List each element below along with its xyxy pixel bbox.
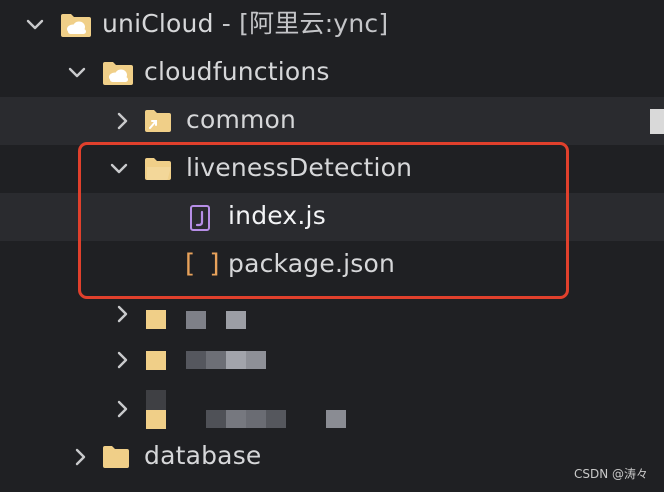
obscured-icon bbox=[146, 390, 166, 410]
chevron-down-icon[interactable] bbox=[25, 15, 45, 35]
tree-label-unicloud: uniCloud - [阿里云:ync] bbox=[102, 9, 388, 39]
tree-label-database: database bbox=[144, 441, 262, 470]
obscured-label bbox=[326, 410, 346, 428]
obscured-label bbox=[186, 311, 206, 329]
folder-icon bbox=[146, 310, 166, 329]
chevron-right-icon[interactable] bbox=[112, 350, 132, 370]
tree-row-obscured-3[interactable] bbox=[0, 385, 664, 433]
folder-icon bbox=[102, 445, 130, 473]
highlight-box bbox=[78, 142, 569, 299]
tree-row-cloudfunctions[interactable]: cloudfunctions bbox=[0, 49, 664, 97]
obscured-label bbox=[206, 410, 226, 428]
tree-row-database[interactable]: database bbox=[0, 433, 664, 481]
chevron-right-icon[interactable] bbox=[112, 399, 132, 419]
folder-icon bbox=[146, 351, 166, 370]
obscured-label bbox=[226, 410, 246, 428]
chevron-right-icon[interactable] bbox=[70, 447, 90, 467]
cloud-folder-icon bbox=[60, 12, 92, 42]
chevron-right-icon[interactable] bbox=[112, 304, 132, 324]
obscured-label bbox=[246, 351, 266, 369]
tree-label-cloudfunctions: cloudfunctions bbox=[144, 57, 330, 86]
obscured-label bbox=[226, 311, 246, 329]
cloud-folder-icon bbox=[102, 60, 134, 90]
tree-row-obscured-2[interactable] bbox=[0, 336, 664, 384]
chevron-down-icon[interactable] bbox=[67, 63, 87, 83]
folder-icon bbox=[146, 410, 166, 429]
scrollbar-thumb[interactable] bbox=[650, 109, 664, 134]
obscured-label bbox=[266, 410, 286, 428]
root-name: uniCloud bbox=[102, 9, 214, 38]
obscured-label bbox=[186, 351, 206, 369]
root-suffix: - [阿里云:ync] bbox=[213, 9, 389, 38]
watermark: CSDN @涛々 bbox=[573, 467, 648, 481]
tree-row-unicloud[interactable]: uniCloud - [阿里云:ync] bbox=[0, 1, 664, 49]
tree-label-common: common bbox=[186, 105, 297, 134]
tree-row-common[interactable]: common bbox=[0, 97, 664, 145]
shortcut-folder-icon bbox=[144, 109, 172, 137]
obscured-label bbox=[246, 410, 266, 428]
obscured-label bbox=[206, 351, 226, 369]
chevron-right-icon[interactable] bbox=[112, 111, 132, 131]
tree-row-obscured-1[interactable] bbox=[0, 294, 664, 342]
obscured-label bbox=[226, 351, 246, 369]
